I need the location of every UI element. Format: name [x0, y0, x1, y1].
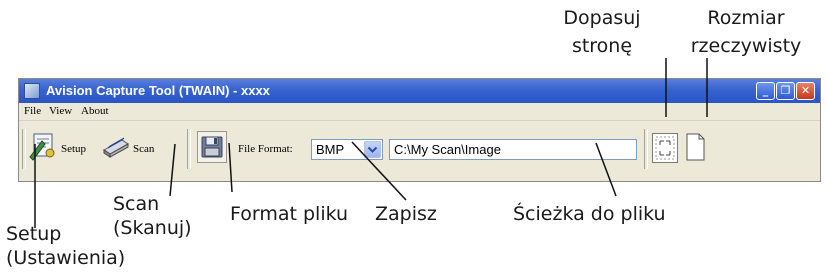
toolbar-separator-2: [644, 129, 648, 169]
callout-actual-size-line2: rzeczywisty: [690, 35, 802, 57]
callout-file-path: Ścieżka do pliku: [513, 203, 666, 225]
file-format-dropdown-button[interactable]: [364, 141, 381, 158]
callout-actual-size-line1: Rozmiar: [707, 7, 785, 29]
fit-page-icon: [655, 136, 675, 160]
close-button[interactable]: ✕: [796, 82, 815, 100]
toolbar-grip[interactable]: [22, 129, 26, 169]
actual-size-button[interactable]: [686, 133, 705, 161]
menu-bar: File View About: [19, 103, 820, 121]
callout-setup: Setup (Ustawienia): [6, 222, 125, 270]
toolbar: Setup Scan File Format: BMP C:\My Scan\I…: [19, 121, 820, 181]
chevron-down-icon: [367, 146, 378, 153]
callout-file-format: Format pliku: [230, 203, 349, 225]
callout-fit-page-line1: Dopasuj: [563, 7, 641, 29]
title-bar[interactable]: Avision Capture Tool (TWAIN) - xxxx _ ❐ …: [19, 79, 820, 103]
menu-view[interactable]: View: [49, 105, 72, 117]
callout-fit-page-line2: stronę: [571, 35, 633, 57]
callout-fit-page: Dopasuj stronę: [560, 6, 644, 58]
menu-about[interactable]: About: [81, 105, 109, 117]
file-format-label: File Format:: [238, 143, 293, 155]
floppy-disk-icon: [201, 136, 223, 158]
save-button[interactable]: [197, 131, 227, 163]
scan-button[interactable]: Scan: [102, 131, 168, 167]
callout-save: Zapisz: [375, 203, 437, 225]
window-title: Avision Capture Tool (TWAIN) - xxxx: [46, 83, 270, 98]
file-path-value: C:\My Scan\Image: [394, 142, 501, 157]
toolbar-separator: [187, 129, 191, 169]
app-window: Avision Capture Tool (TWAIN) - xxxx _ ❐ …: [18, 78, 821, 182]
fit-page-button[interactable]: [652, 133, 678, 163]
callout-setup-line1: Setup: [6, 223, 62, 245]
setup-icon: [29, 133, 55, 161]
setup-button[interactable]: Setup: [28, 131, 98, 167]
menu-file[interactable]: File: [24, 105, 41, 117]
minimize-button[interactable]: _: [756, 82, 775, 100]
file-format-value: BMP: [316, 142, 345, 157]
file-format-select[interactable]: BMP: [311, 139, 383, 160]
actual-size-icon: [686, 133, 705, 161]
callout-setup-line2: (Ustawienia): [6, 247, 126, 269]
file-path-input[interactable]: C:\My Scan\Image: [389, 139, 637, 160]
callout-actual-size: Rozmiar rzeczywisty: [672, 6, 820, 58]
setup-label: Setup: [61, 143, 87, 155]
scanner-icon: [103, 137, 129, 158]
maximize-button[interactable]: ❐: [776, 82, 795, 100]
app-icon[interactable]: [24, 83, 40, 99]
scan-label: Scan: [133, 143, 155, 155]
callout-scan-line1: Scan: [113, 193, 160, 215]
